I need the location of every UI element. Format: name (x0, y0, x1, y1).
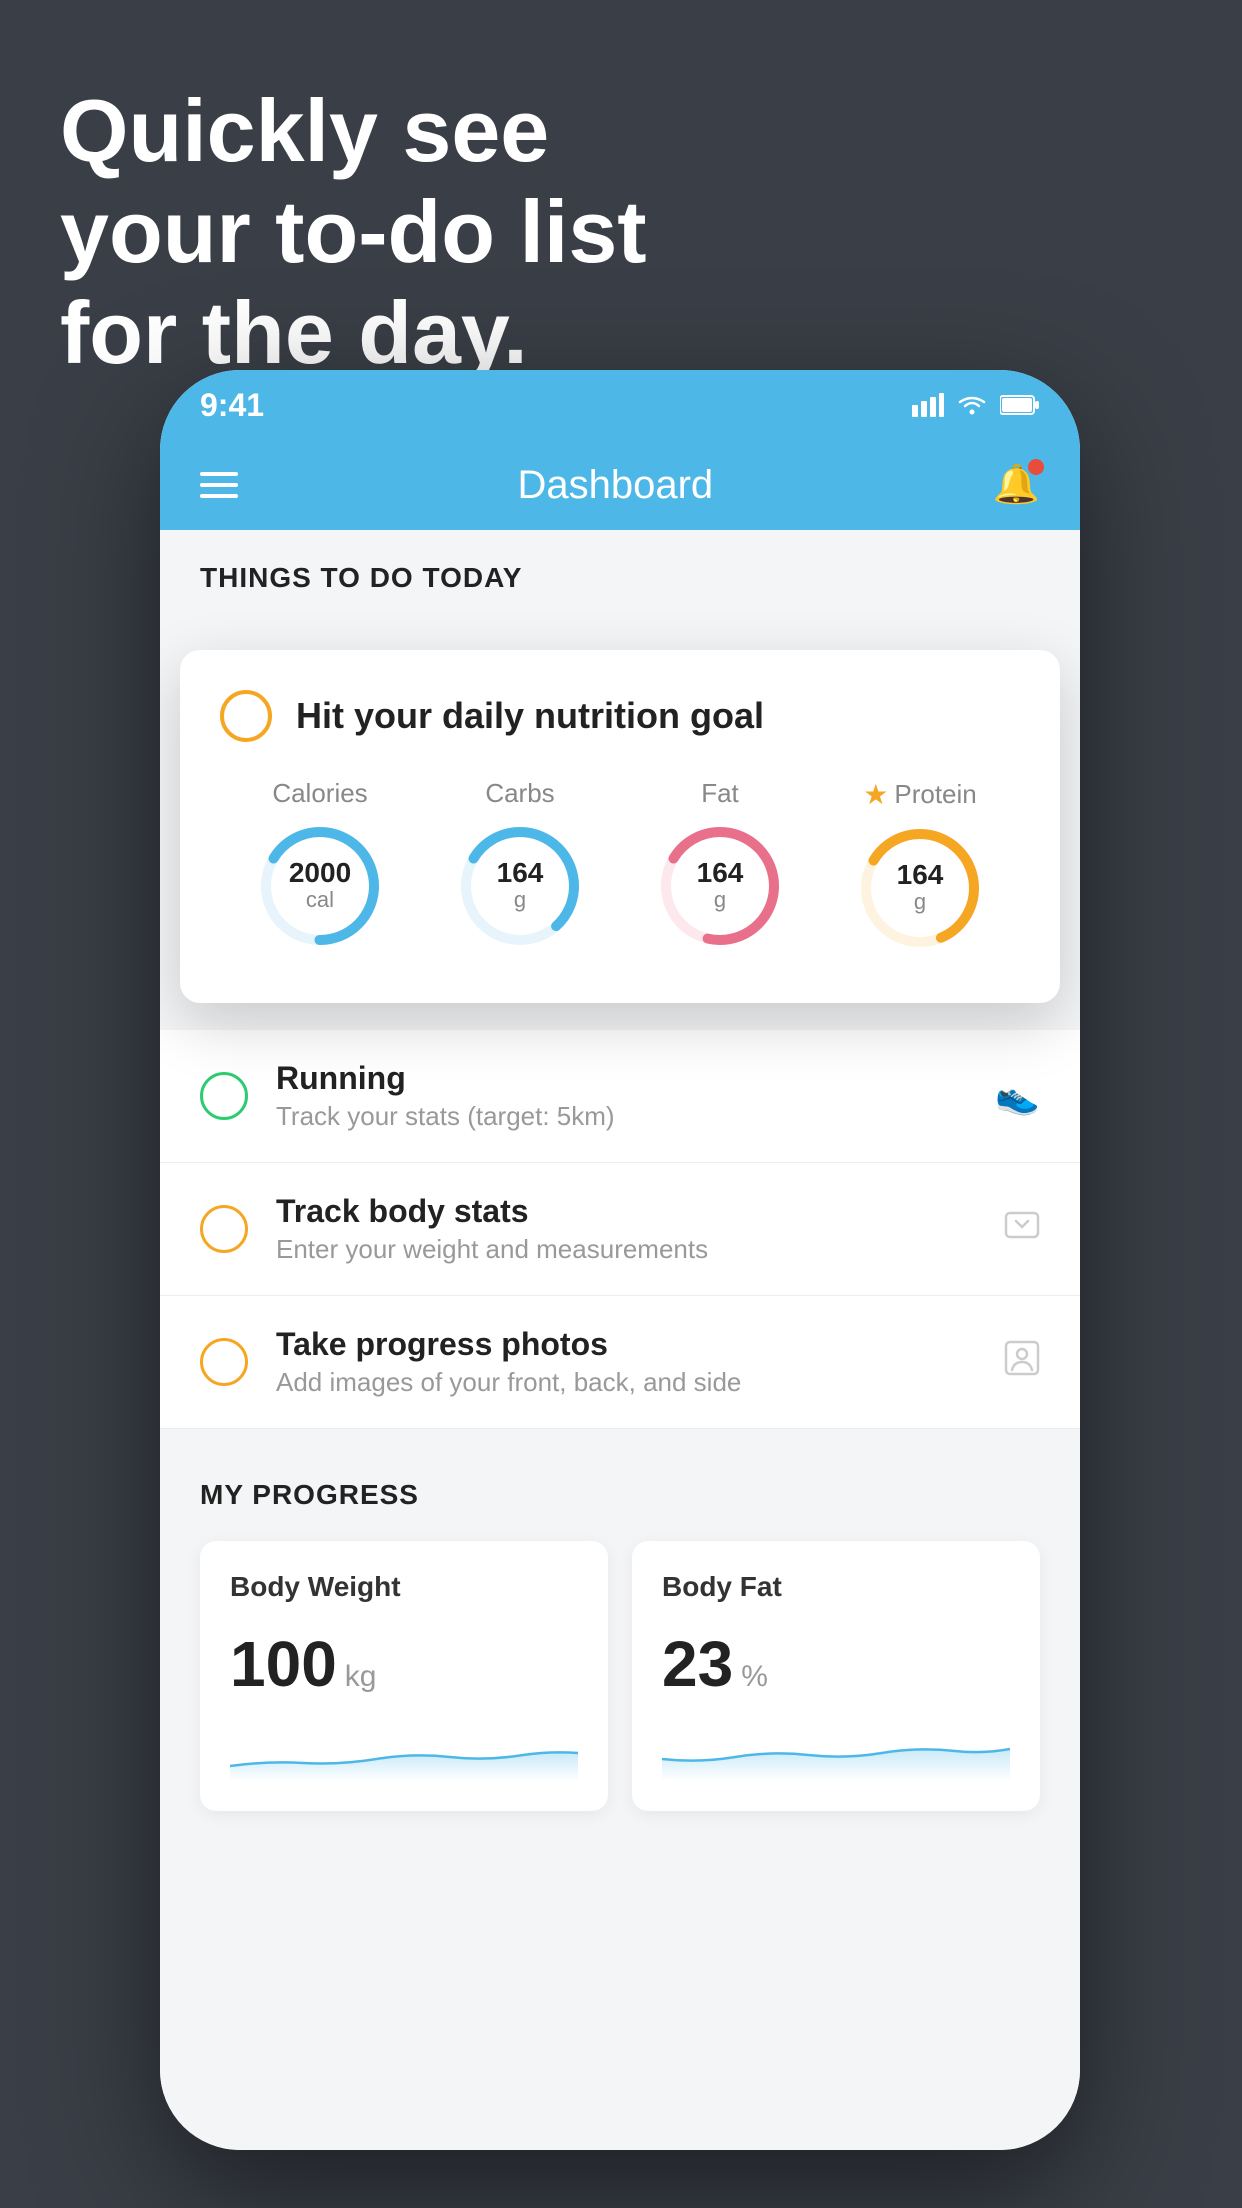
things-to-do-title: THINGS TO DO TODAY (200, 562, 1040, 594)
hamburger-icon[interactable] (200, 472, 238, 498)
body-fat-value-row: 23 % (662, 1627, 1010, 1701)
phone-frame: 9:41 (160, 370, 1080, 2150)
todo-list: Running Track your stats (target: 5km) 👟… (160, 1030, 1080, 1429)
body-fat-num: 23 (662, 1627, 733, 1701)
protein-circle-item: ★ Protein 164 g (855, 778, 985, 953)
body-fat-unit: % (741, 1660, 768, 1694)
todo-circle-photos (200, 1338, 248, 1386)
carbs-circle: 164 g (455, 821, 585, 951)
signal-icon (912, 393, 944, 417)
todo-name-photos: Take progress photos (276, 1326, 976, 1363)
star-icon: ★ (863, 778, 888, 811)
nutrition-circles: Calories 2000 cal Carbs (220, 778, 1020, 953)
todo-text-photos: Take progress photos Add images of your … (276, 1326, 976, 1398)
nav-title: Dashboard (517, 463, 713, 508)
body-weight-chart (230, 1721, 578, 1781)
fat-circle-item: Fat 164 g (655, 778, 785, 951)
shoe-icon: 👟 (995, 1075, 1040, 1117)
body-weight-title: Body Weight (230, 1571, 578, 1603)
todo-circle-body-stats (200, 1205, 248, 1253)
todo-circle-running (200, 1072, 248, 1120)
todo-sub-running: Track your stats (target: 5km) (276, 1101, 967, 1132)
progress-title: MY PROGRESS (200, 1479, 1040, 1511)
calories-circle: 2000 cal (255, 821, 385, 951)
todo-text-body-stats: Track body stats Enter your weight and m… (276, 1193, 976, 1265)
body-fat-card[interactable]: Body Fat 23 % (632, 1541, 1040, 1811)
todo-sub-photos: Add images of your front, back, and side (276, 1367, 976, 1398)
body-weight-card[interactable]: Body Weight 100 kg (200, 1541, 608, 1811)
nutrition-check-circle[interactable] (220, 690, 272, 742)
headline-line1: Quickly see (60, 80, 647, 181)
bell-icon[interactable]: 🔔 (993, 463, 1040, 507)
status-bar: 9:41 (160, 370, 1080, 440)
todo-name-running: Running (276, 1060, 967, 1097)
todo-sub-body-stats: Enter your weight and measurements (276, 1234, 976, 1265)
status-icons (912, 393, 1040, 417)
fat-circle: 164 g (655, 821, 785, 951)
notification-dot (1028, 459, 1044, 475)
protein-circle: 164 g (855, 823, 985, 953)
headline-line3: for the day. (60, 282, 647, 383)
wifi-icon (956, 393, 988, 417)
headline: Quickly see your to-do list for the day. (60, 80, 647, 384)
battery-icon (1000, 394, 1040, 416)
nutrition-card-title: Hit your daily nutrition goal (296, 695, 764, 737)
body-fat-chart (662, 1721, 1010, 1781)
calories-value: 2000 cal (289, 859, 351, 913)
calories-circle-item: Calories 2000 cal (255, 778, 385, 951)
carbs-circle-item: Carbs 164 g (455, 778, 585, 951)
nutrition-card: Hit your daily nutrition goal Calories 2… (180, 650, 1060, 1003)
fat-value: 164 g (697, 859, 744, 913)
body-weight-unit: kg (345, 1660, 377, 1694)
protein-label: Protein (894, 779, 976, 810)
content-area: THINGS TO DO TODAY Hit your daily nutrit… (160, 530, 1080, 2150)
headline-line2: your to-do list (60, 181, 647, 282)
protein-value: 164 g (897, 861, 944, 915)
todo-name-body-stats: Track body stats (276, 1193, 976, 1230)
scale-icon (1004, 1207, 1040, 1252)
status-time: 9:41 (200, 387, 264, 424)
calories-label: Calories (272, 778, 367, 809)
body-fat-title: Body Fat (662, 1571, 1010, 1603)
progress-section: MY PROGRESS Body Weight 100 kg (160, 1429, 1080, 1841)
todo-item-running[interactable]: Running Track your stats (target: 5km) 👟 (160, 1030, 1080, 1163)
nav-bar: Dashboard 🔔 (160, 440, 1080, 530)
carbs-label: Carbs (485, 778, 554, 809)
body-weight-value-row: 100 kg (230, 1627, 578, 1701)
todo-item-body-stats[interactable]: Track body stats Enter your weight and m… (160, 1163, 1080, 1296)
fat-label: Fat (701, 778, 739, 809)
todo-text-running: Running Track your stats (target: 5km) (276, 1060, 967, 1132)
nutrition-card-header: Hit your daily nutrition goal (220, 690, 1020, 742)
things-to-do-header: THINGS TO DO TODAY (160, 530, 1080, 610)
progress-cards: Body Weight 100 kg (200, 1541, 1040, 1811)
protein-label-row: ★ Protein (863, 778, 977, 811)
carbs-value: 164 g (497, 859, 544, 913)
person-icon (1004, 1340, 1040, 1385)
todo-item-photos[interactable]: Take progress photos Add images of your … (160, 1296, 1080, 1429)
body-weight-num: 100 (230, 1627, 337, 1701)
